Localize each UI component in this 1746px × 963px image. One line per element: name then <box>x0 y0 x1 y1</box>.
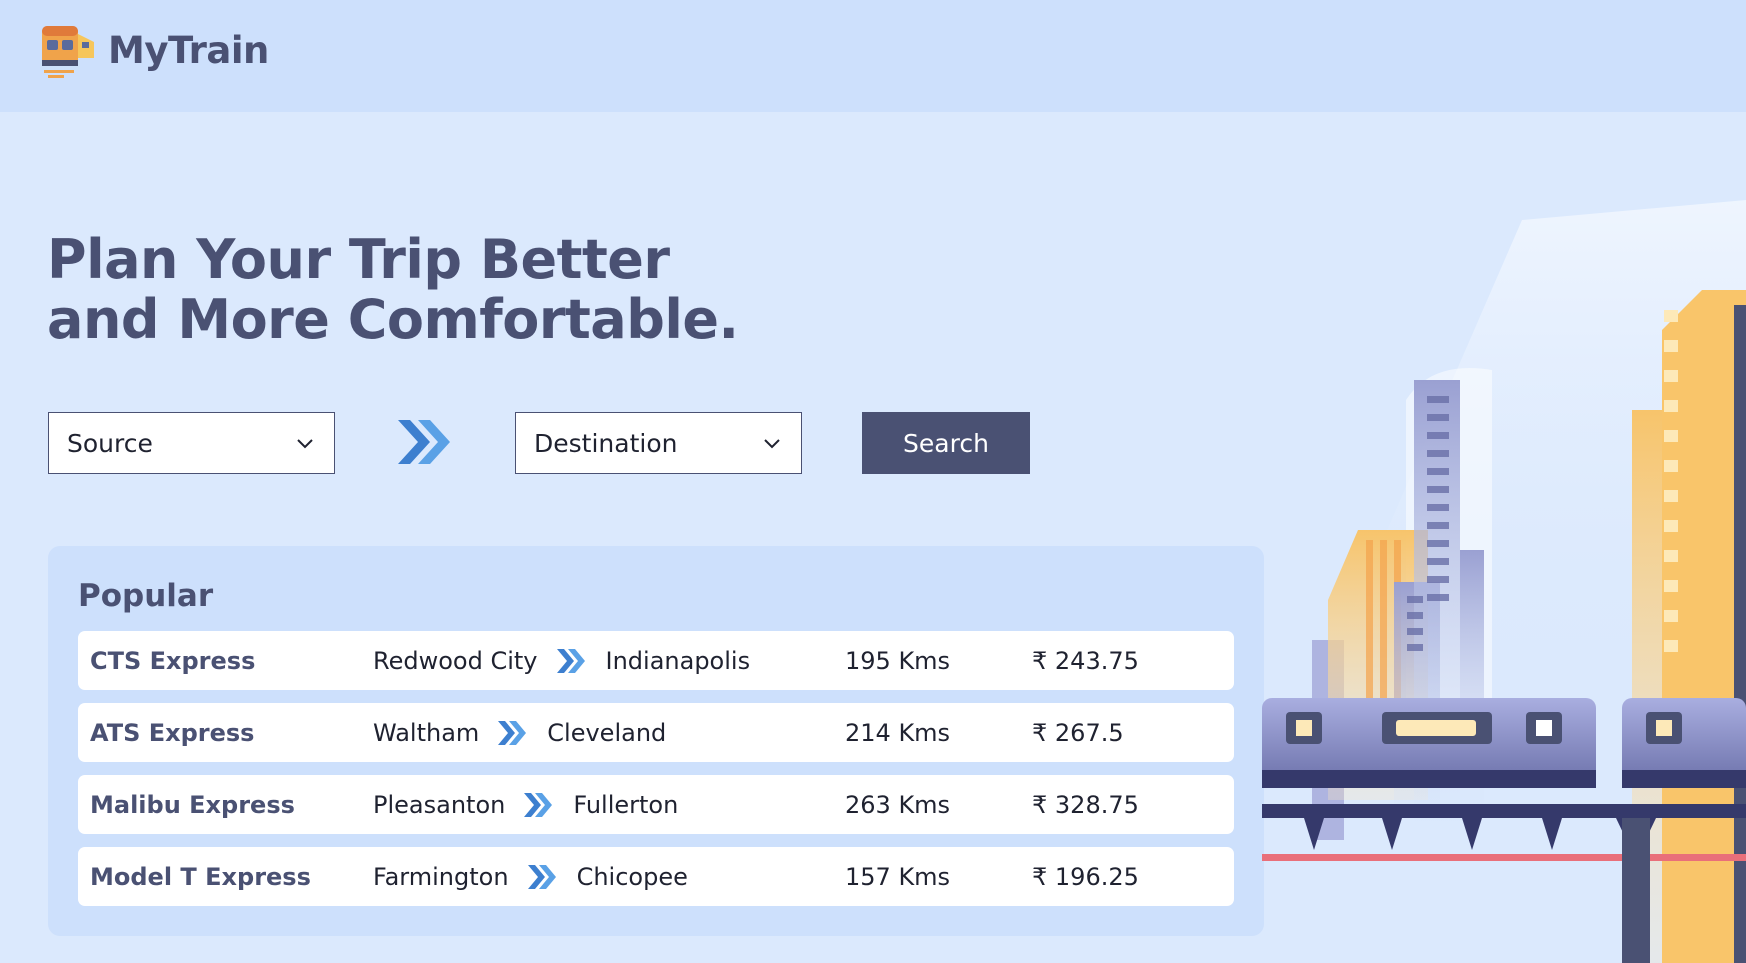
route-to: Cleveland <box>547 718 667 747</box>
route-distance: 157 Kms <box>845 862 951 891</box>
route-from: Redwood City <box>373 646 538 675</box>
hero-title-line-2: and More Comfortable. <box>47 288 739 351</box>
route-fare: ₹ 243.75 <box>1032 646 1139 675</box>
brand[interactable]: MyTrain <box>38 20 269 80</box>
double-chevron-right-icon <box>398 420 450 464</box>
route-from: Waltham <box>373 718 480 747</box>
route: Waltham Cleveland <box>373 719 666 747</box>
route: Redwood City Indianapolis <box>373 647 750 675</box>
route-from: Pleasanton <box>373 790 506 819</box>
chevron-down-icon <box>764 439 780 449</box>
route-row[interactable]: Model T Express Farmington Chicopee 157 … <box>78 847 1234 906</box>
double-chevron-right-icon <box>524 792 553 817</box>
train-name: Malibu Express <box>90 790 295 819</box>
popular-panel: Popular CTS Express Redwood City Indiana… <box>48 546 1264 936</box>
route-fare: ₹ 196.25 <box>1032 862 1139 891</box>
route-to: Fullerton <box>573 790 679 819</box>
source-select[interactable]: Source <box>48 412 335 474</box>
double-chevron-right-icon <box>527 864 556 889</box>
train-logo-icon <box>42 26 94 78</box>
search-button[interactable]: Search <box>862 412 1030 474</box>
popular-heading: Popular <box>78 578 214 614</box>
route-fare: ₹ 328.75 <box>1032 790 1139 819</box>
double-chevron-right-icon <box>498 720 527 745</box>
destination-select[interactable]: Destination <box>515 412 802 474</box>
route: Farmington Chicopee <box>373 863 688 891</box>
hero-title-line-1: Plan Your Trip Better <box>47 228 670 291</box>
city-train-illustration <box>1262 200 1746 963</box>
train-name: CTS Express <box>90 646 256 675</box>
hero-title: Plan Your Trip Better and More Comfortab… <box>47 230 739 350</box>
source-select-label: Source <box>67 428 153 458</box>
chevron-down-icon <box>297 439 313 449</box>
double-chevron-right-icon <box>556 648 585 673</box>
top-bar: MyTrain <box>0 0 1746 112</box>
brand-name: MyTrain <box>108 28 269 72</box>
route-row[interactable]: ATS Express Waltham Cleveland 214 Kms ₹ … <box>78 703 1234 762</box>
route-distance: 214 Kms <box>845 718 951 747</box>
train-name: Model T Express <box>90 862 311 891</box>
route-row[interactable]: Malibu Express Pleasanton Fullerton 263 … <box>78 775 1234 834</box>
route-row[interactable]: CTS Express Redwood City Indianapolis 19… <box>78 631 1234 690</box>
route: Pleasanton Fullerton <box>373 791 678 819</box>
route-to: Chicopee <box>576 862 688 891</box>
route-distance: 195 Kms <box>845 646 951 675</box>
route-fare: ₹ 267.5 <box>1032 718 1124 747</box>
route-distance: 263 Kms <box>845 790 951 819</box>
route-from: Farmington <box>373 862 509 891</box>
train-name: ATS Express <box>90 718 255 747</box>
route-to: Indianapolis <box>605 646 751 675</box>
destination-select-label: Destination <box>534 428 678 458</box>
